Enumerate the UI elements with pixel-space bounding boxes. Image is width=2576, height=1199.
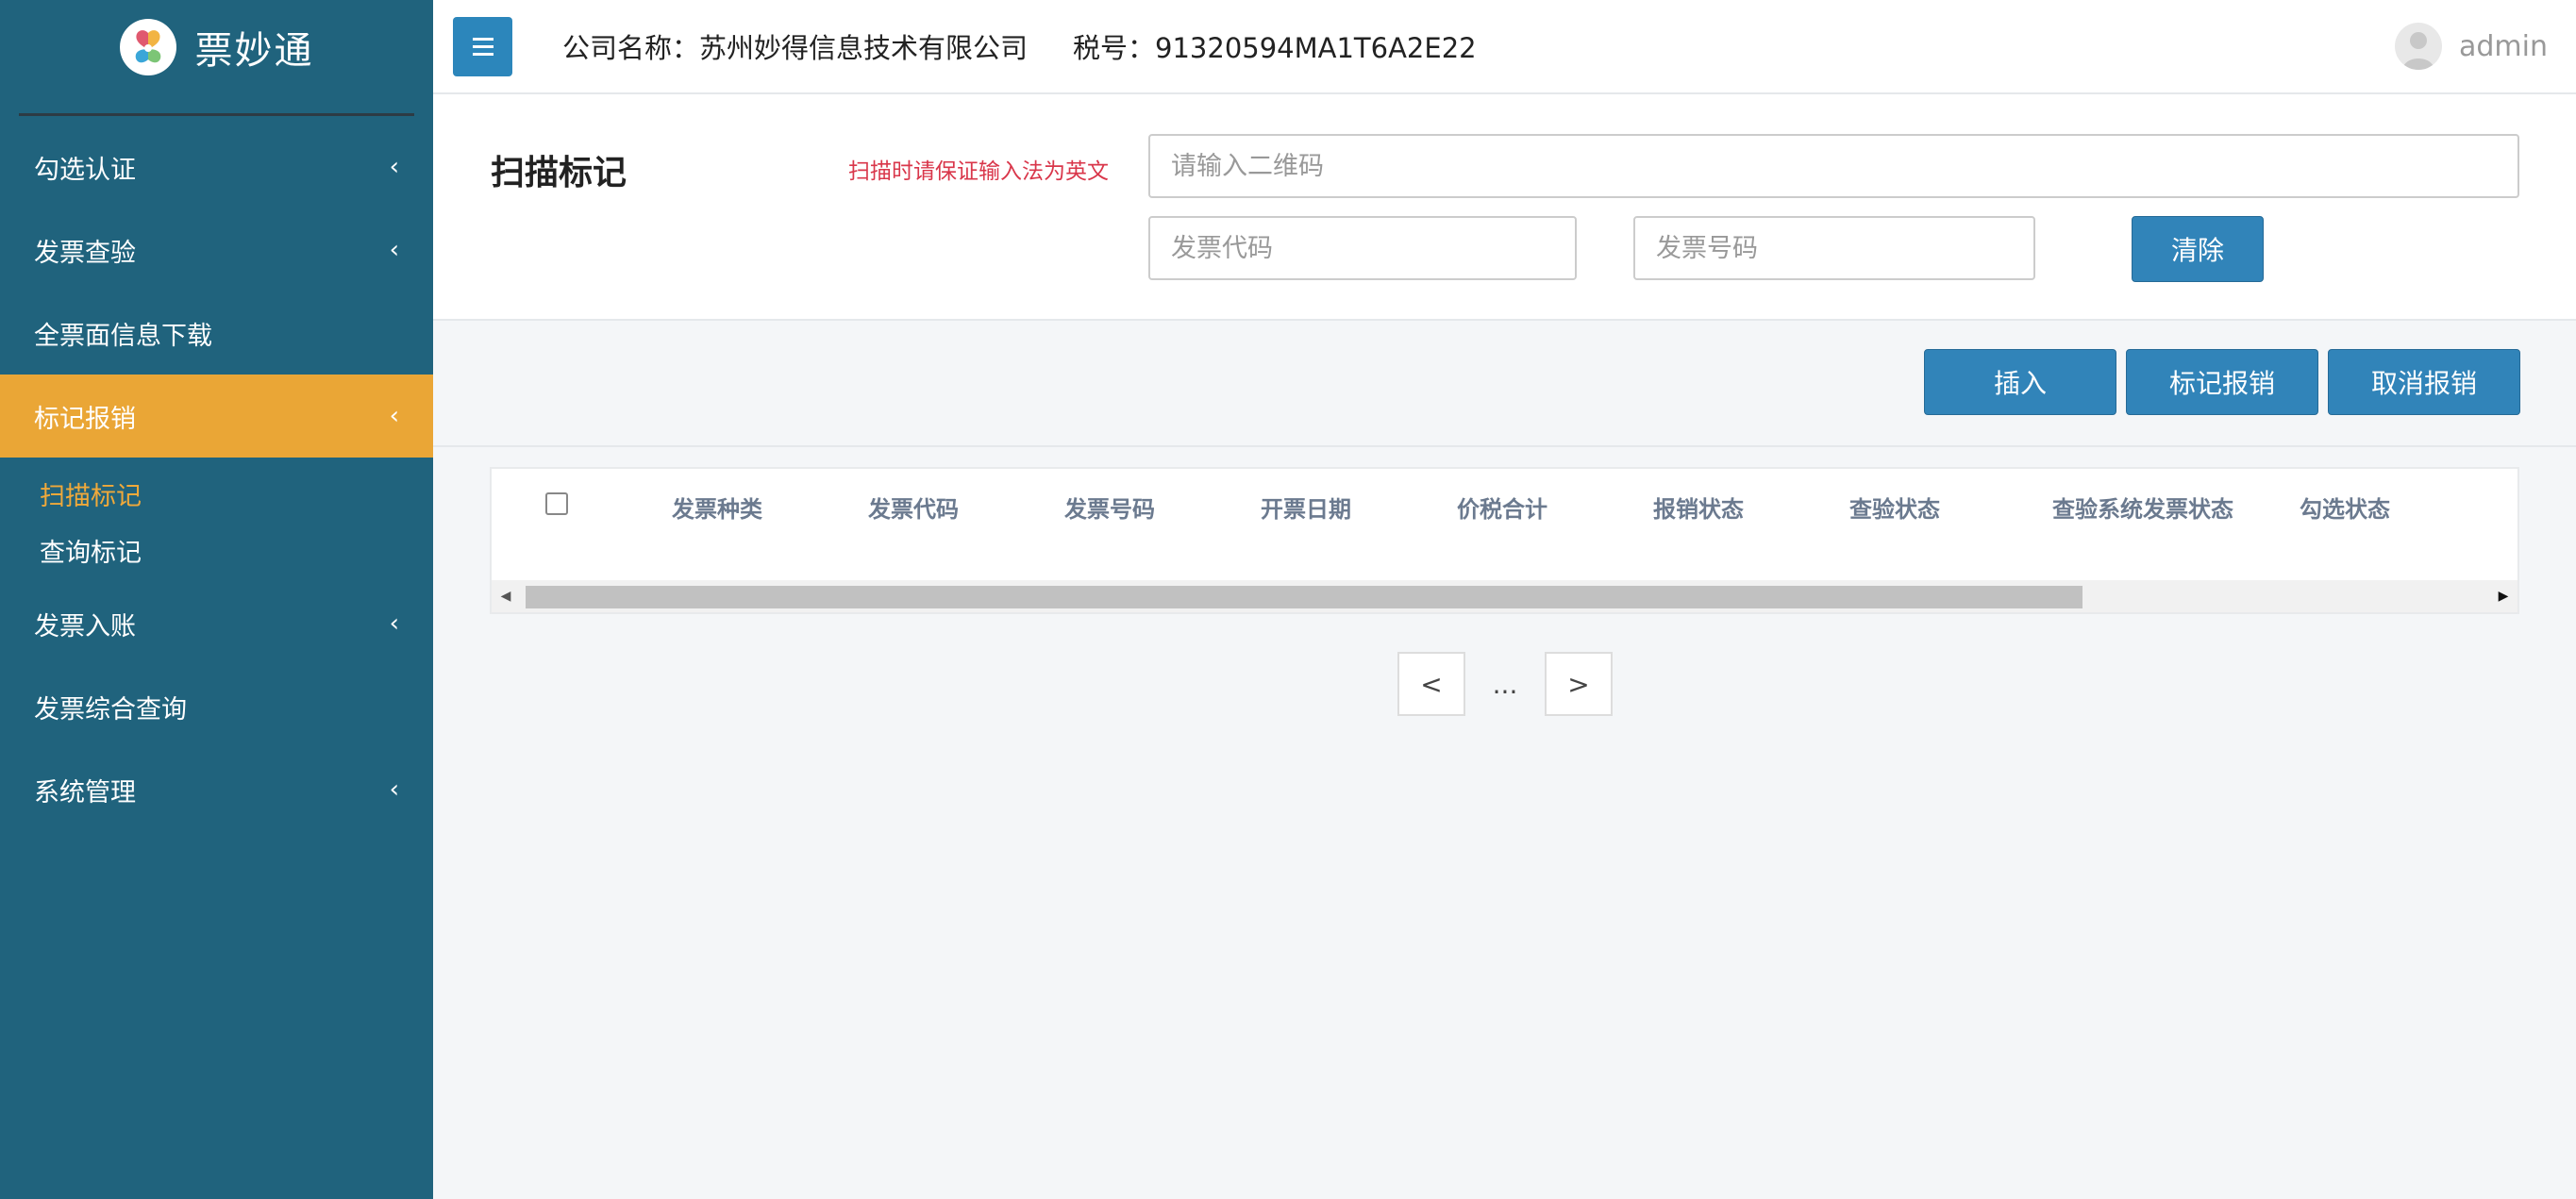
column-header[interactable]: 查验状态 xyxy=(1824,469,1965,544)
scroll-right-icon[interactable]: ▶ xyxy=(2489,580,2517,612)
sidebar-item-label: 全票面信息下载 xyxy=(34,321,212,351)
qr-code-input[interactable] xyxy=(1148,134,2519,198)
chevron-left-icon: ‹ xyxy=(389,153,399,181)
insert-button[interactable]: 插入 xyxy=(1924,349,2116,415)
company-name: 公司名称：苏州妙得信息技术有限公司 xyxy=(562,32,1029,64)
tax-number: 税号：91320594MA1T6A2E22 xyxy=(1073,32,1477,64)
sidebar-item-label: 勾选认证 xyxy=(34,155,136,185)
scrollbar-thumb[interactable] xyxy=(526,586,2083,608)
column-header[interactable]: 价税合计 xyxy=(1431,469,1573,544)
invoice-number-input[interactable] xyxy=(1633,216,2035,280)
sidebar-item-label: 发票综合查询 xyxy=(34,694,187,724)
app-name: 票妙通 xyxy=(194,29,314,73)
prev-page-button[interactable]: < xyxy=(1397,652,1465,716)
column-header[interactable]: 发票代码 xyxy=(843,469,984,544)
next-page-button[interactable]: > xyxy=(1545,652,1613,716)
action-bar: 插入 标记报销 取消报销 xyxy=(433,321,2576,447)
sidebar-item-check-certify[interactable]: 勾选认证 ‹ xyxy=(0,125,433,208)
sidebar-item-label: 系统管理 xyxy=(34,777,136,808)
sidebar-item-invoice-verify[interactable]: 发票查验 ‹ xyxy=(0,208,433,291)
column-header[interactable]: 发票种类 xyxy=(646,469,788,544)
column-header[interactable]: 查验系统发票状态 xyxy=(2030,469,2256,544)
sidebar-submenu: 扫描标记 查询标记 xyxy=(0,458,433,582)
top-header: 公司名称：苏州妙得信息技术有限公司 税号：91320594MA1T6A2E22 … xyxy=(433,0,2576,94)
sidebar-menu: 勾选认证 ‹ 发票查验 ‹ 全票面信息下载 标记报销 ‹ 扫描标记 查询标记 发… xyxy=(0,125,433,831)
invoice-code-input[interactable] xyxy=(1148,216,1577,280)
sidebar-item-invoice-account[interactable]: 发票入账 ‹ xyxy=(0,582,433,665)
sidebar-item-system[interactable]: 系统管理 ‹ xyxy=(0,748,433,831)
sidebar-subitem-scan-mark[interactable]: 扫描标记 xyxy=(0,465,433,522)
sidebar: 票妙通 勾选认证 ‹ 发票查验 ‹ 全票面信息下载 标记报销 ‹ 扫描标记 查询… xyxy=(0,0,433,1199)
user-menu[interactable]: admin xyxy=(2395,23,2548,70)
select-all-checkbox[interactable] xyxy=(545,492,568,515)
brand[interactable]: 票妙通 xyxy=(0,0,433,94)
hamburger-icon xyxy=(472,37,493,41)
invoice-table: 发票种类 发票代码 发票号码 开票日期 价税合计 报销状态 查验状态 查验系统发… xyxy=(490,467,2519,614)
sidebar-item-label: 发票入账 xyxy=(34,611,136,641)
horizontal-scrollbar[interactable]: ◀ ▶ xyxy=(492,580,2517,612)
app-logo-icon xyxy=(119,19,176,75)
avatar xyxy=(2395,23,2442,70)
column-header[interactable]: 报销状态 xyxy=(1628,469,1769,544)
sidebar-item-label: 标记报销 xyxy=(34,404,136,434)
brand-divider xyxy=(19,113,414,116)
scan-hint: 扫描时请保证输入法为英文 xyxy=(848,159,1109,184)
hamburger-icon xyxy=(472,44,493,48)
page-ellipsis: ... xyxy=(1492,668,1518,700)
sidebar-item-label: 发票查验 xyxy=(34,238,136,268)
user-avatar-icon xyxy=(2402,32,2434,70)
clear-button[interactable]: 清除 xyxy=(2132,216,2264,282)
scan-panel: 扫描标记 扫描时请保证输入法为英文 清除 xyxy=(433,94,2576,321)
mark-reimburse-button[interactable]: 标记报销 xyxy=(2126,349,2318,415)
menu-toggle-button[interactable] xyxy=(453,16,512,76)
column-header[interactable]: 发票号码 xyxy=(1039,469,1180,544)
sidebar-item-invoice-query[interactable]: 发票综合查询 xyxy=(0,665,433,748)
chevron-left-icon: ‹ xyxy=(389,402,399,430)
scroll-left-icon[interactable]: ◀ xyxy=(492,580,520,612)
table-header: 发票种类 发票代码 发票号码 开票日期 价税合计 报销状态 查验状态 查验系统发… xyxy=(492,469,2517,544)
cancel-reimburse-button[interactable]: 取消报销 xyxy=(2328,349,2520,415)
sidebar-subitem-query-mark[interactable]: 查询标记 xyxy=(0,522,433,578)
sidebar-item-full-download[interactable]: 全票面信息下载 xyxy=(0,291,433,375)
chevron-left-icon: ‹ xyxy=(389,609,399,638)
column-header[interactable]: 开票日期 xyxy=(1235,469,1377,544)
chevron-left-icon: ‹ xyxy=(389,236,399,264)
column-header[interactable]: 勾选状态 xyxy=(2274,469,2416,544)
chevron-left-icon: ‹ xyxy=(389,775,399,804)
hamburger-icon xyxy=(472,52,493,56)
sidebar-item-mark-reimburse[interactable]: 标记报销 ‹ xyxy=(0,375,433,458)
username: admin xyxy=(2459,29,2548,63)
page-title: 扫描标记 xyxy=(491,154,627,192)
